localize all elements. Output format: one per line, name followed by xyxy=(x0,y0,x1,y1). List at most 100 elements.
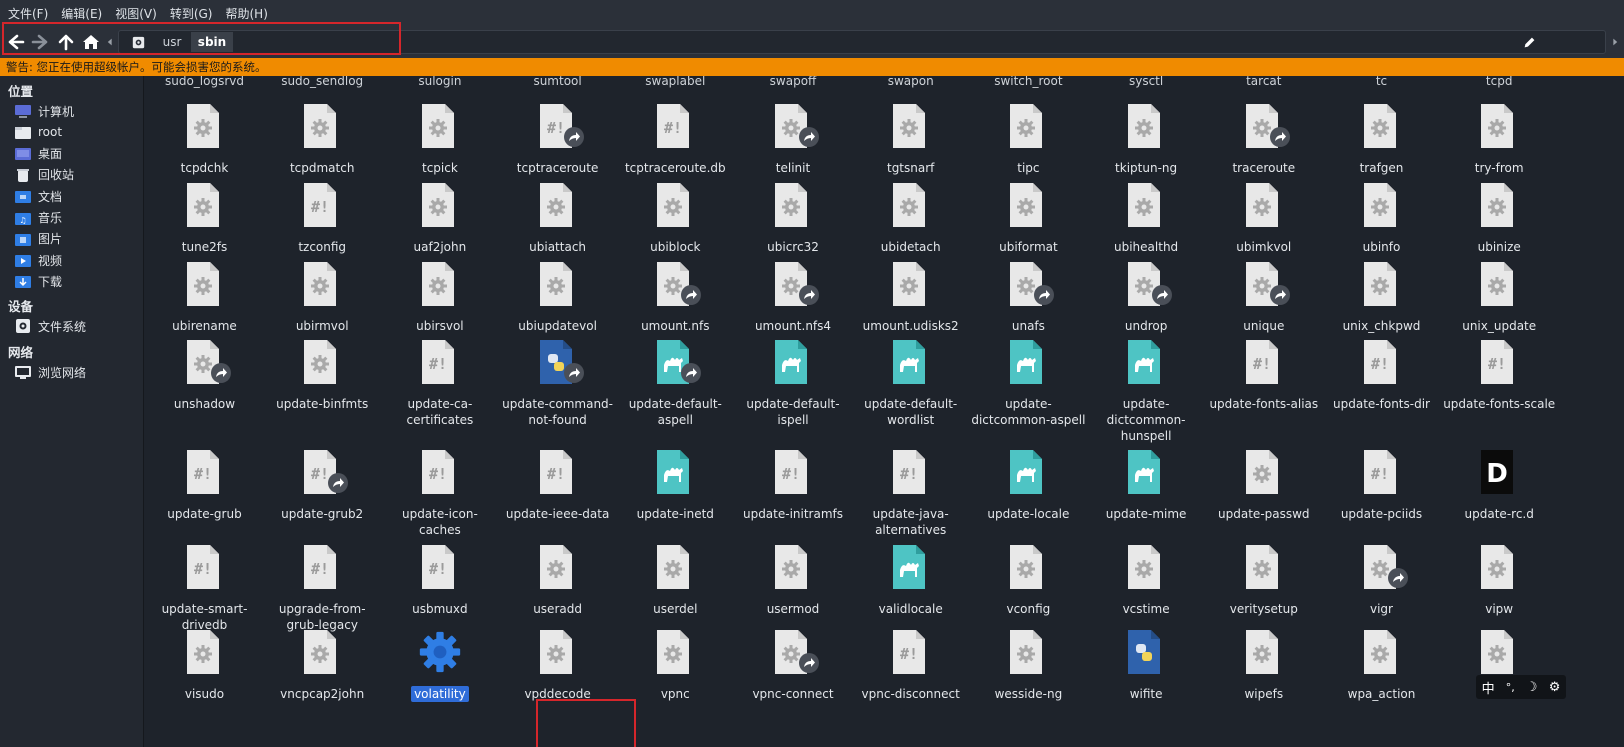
file-item[interactable]: wipefs xyxy=(1203,624,1324,702)
sidebar-item[interactable]: 计算机 xyxy=(14,101,74,121)
sidebar-item[interactable]: 浏览网络 xyxy=(14,362,86,382)
file-item[interactable]: ubinize xyxy=(1439,177,1560,255)
scroll-left-button[interactable] xyxy=(104,30,116,54)
sidebar-item[interactable]: 视频 xyxy=(14,250,62,270)
file-item[interactable]: vpddecode xyxy=(497,624,618,702)
menu-item[interactable]: 转到(G) xyxy=(170,5,213,22)
file-item[interactable]: update-default-wordlist xyxy=(850,334,971,428)
file-item[interactable]: tcpdmatch xyxy=(262,98,383,176)
file-item[interactable]: update-inetd xyxy=(615,444,736,522)
file-item[interactable]: traceroute xyxy=(1203,98,1324,176)
partially-visible-file-label[interactable]: sudo_sendlog xyxy=(262,76,383,88)
up-button[interactable] xyxy=(54,30,78,54)
partially-visible-file-label[interactable]: sysctl xyxy=(1086,76,1207,88)
partially-visible-file-label[interactable]: sudo_logsrvd xyxy=(145,76,265,88)
partially-visible-file-label[interactable]: sumtool xyxy=(497,76,618,88)
file-item[interactable]: tgtsnarf xyxy=(850,98,971,176)
file-item[interactable]: vipw xyxy=(1439,539,1560,617)
partially-visible-file-label[interactable]: tc xyxy=(1321,76,1442,88)
file-item[interactable]: update-locale xyxy=(968,444,1089,522)
file-item[interactable]: #! update-fonts-scale xyxy=(1439,334,1560,412)
file-item[interactable]: #! vpnc-disconnect xyxy=(850,624,971,702)
file-item[interactable]: vncpcap2john xyxy=(262,624,383,702)
file-item[interactable]: ubinfo xyxy=(1321,177,1442,255)
gear-icon[interactable]: ⚙ xyxy=(1549,680,1561,695)
forward-button[interactable] xyxy=(28,30,52,54)
file-item[interactable]: update-dictcommon-aspell xyxy=(968,334,1089,428)
path-crumb-usr[interactable]: usr xyxy=(155,32,189,52)
sidebar-item[interactable]: 回收站 xyxy=(14,165,74,185)
file-item[interactable]: update-binfmts xyxy=(262,334,383,412)
file-item[interactable]: update-passwd xyxy=(1203,444,1324,522)
file-item[interactable]: vconfig xyxy=(968,539,1089,617)
partially-visible-file-label[interactable]: swapon xyxy=(850,76,971,88)
file-item[interactable]: wesside-ng xyxy=(968,624,1089,702)
file-item[interactable]: ubirsvol xyxy=(379,256,500,334)
file-item[interactable]: tcpick xyxy=(379,98,500,176)
file-item[interactable]: unafs xyxy=(968,256,1089,334)
file-item[interactable]: unshadow xyxy=(145,334,265,412)
file-item[interactable]: #! usbmuxd xyxy=(379,539,500,617)
file-item[interactable]: vpnc xyxy=(615,624,736,702)
file-item[interactable]: wpa_action xyxy=(1321,624,1442,702)
half-width-moon-icon[interactable]: ☽ xyxy=(1526,680,1538,695)
home-button[interactable] xyxy=(79,30,103,54)
file-item[interactable]: uaf2john xyxy=(379,177,500,255)
partially-visible-file-label[interactable]: swapoff xyxy=(733,76,854,88)
file-item[interactable]: #! update-initramfs xyxy=(733,444,854,522)
file-item[interactable]: usermod xyxy=(733,539,854,617)
input-method-indicator[interactable]: 中 xyxy=(1482,678,1495,697)
file-item[interactable]: #! tcptraceroute.db xyxy=(615,98,736,176)
edit-location-button[interactable] xyxy=(1519,32,1539,52)
sidebar-item[interactable]: 图片 xyxy=(14,229,62,249)
partially-visible-file-label[interactable]: tcpd xyxy=(1439,76,1560,88)
file-item[interactable]: vpnc-connect xyxy=(733,624,854,702)
file-item[interactable]: Dupdate-rc.d xyxy=(1439,444,1560,522)
file-item[interactable]: tkiptun-ng xyxy=(1086,98,1207,176)
file-item[interactable]: tcpdchk xyxy=(145,98,265,176)
back-button[interactable] xyxy=(4,30,28,54)
file-item[interactable]: #! update-java-alternatives xyxy=(850,444,971,538)
file-item[interactable]: update-default-aspell xyxy=(615,334,736,428)
sidebar-item[interactable]: root xyxy=(14,122,62,142)
file-item[interactable]: unix_chkpwd xyxy=(1321,256,1442,334)
menu-item[interactable]: 编辑(E) xyxy=(61,5,102,22)
file-item[interactable]: tipc xyxy=(968,98,1089,176)
sidebar-item[interactable]: 文档 xyxy=(14,186,62,206)
file-item[interactable]: ubidetach xyxy=(850,177,971,255)
file-item[interactable]: umount.udisks2 xyxy=(850,256,971,334)
file-item[interactable]: #! update-ca-certificates xyxy=(379,334,500,428)
file-item[interactable]: userdel xyxy=(615,539,736,617)
file-item[interactable]: tune2fs xyxy=(145,177,265,255)
file-item[interactable]: try-from xyxy=(1439,98,1560,176)
file-item[interactable]: update-command-not-found xyxy=(497,334,618,428)
file-item[interactable]: update-default-ispell xyxy=(733,334,854,428)
sidebar-item[interactable]: ♫ 音乐 xyxy=(14,208,62,228)
file-item[interactable]: vigr xyxy=(1321,539,1442,617)
partially-visible-file-label[interactable]: tarcat xyxy=(1203,76,1324,88)
file-item[interactable]: validlocale xyxy=(850,539,971,617)
file-item[interactable]: unique xyxy=(1203,256,1324,334)
file-item[interactable]: #! update-grub2 xyxy=(262,444,383,522)
file-item[interactable]: wifite xyxy=(1086,624,1207,702)
file-item[interactable]: umount.nfs xyxy=(615,256,736,334)
file-item[interactable]: #! update-pciids xyxy=(1321,444,1442,522)
file-item[interactable]: #! tcptraceroute xyxy=(497,98,618,176)
file-item[interactable]: umount.nfs4 xyxy=(733,256,854,334)
sidebar-item[interactable]: 文件系统 xyxy=(14,316,86,336)
file-item[interactable]: #! tzconfig xyxy=(262,177,383,255)
file-item[interactable]: ubiattach xyxy=(497,177,618,255)
file-item[interactable]: #! update-fonts-alias xyxy=(1203,334,1324,412)
file-item[interactable]: trafgen xyxy=(1321,98,1442,176)
file-item[interactable]: vcstime xyxy=(1086,539,1207,617)
file-item[interactable]: #! update-ieee-data xyxy=(497,444,618,522)
file-item[interactable]: telinit xyxy=(733,98,854,176)
file-item[interactable]: ubirename xyxy=(145,256,265,334)
file-item[interactable]: unix_update xyxy=(1439,256,1560,334)
partially-visible-file-label[interactable]: swaplabel xyxy=(615,76,736,88)
file-item[interactable]: useradd xyxy=(497,539,618,617)
menu-item[interactable]: 帮助(H) xyxy=(225,5,267,22)
file-item[interactable]: ubiupdatevol xyxy=(497,256,618,334)
file-item[interactable]: ubihealthd xyxy=(1086,177,1207,255)
punctuation-mode-icon[interactable]: °, xyxy=(1506,681,1515,694)
